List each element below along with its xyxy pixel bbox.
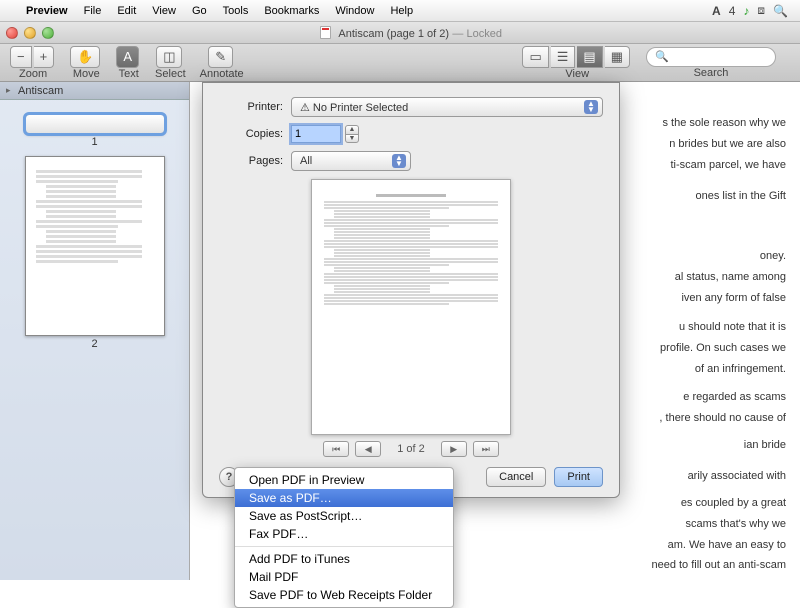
window-menu[interactable]: Window: [327, 5, 382, 17]
bluetooth-icon[interactable]: ⧈: [757, 3, 765, 18]
search-icon: 🔍: [655, 50, 669, 63]
help-menu[interactable]: Help: [382, 5, 421, 17]
page-thumbnail-1[interactable]: [25, 114, 165, 134]
pages-select[interactable]: All ▲▼: [291, 151, 411, 171]
cancel-button[interactable]: Cancel: [486, 467, 546, 487]
select-arrows-icon: ▲▼: [584, 100, 598, 114]
minus-icon: −: [17, 49, 25, 64]
hand-icon: ✋: [77, 49, 93, 65]
view-mode-4-button[interactable]: ▦: [605, 46, 630, 68]
toolbar-label: Move: [73, 68, 100, 80]
window-titlebar: Antiscam (page 1 of 2) — Locked: [0, 22, 800, 44]
adobe-status-icon[interactable]: A: [712, 4, 721, 18]
thumbnail-page-number: 1: [18, 136, 171, 148]
zoom-out-button[interactable]: −: [10, 46, 32, 68]
window-title: Antiscam (page 1 of 2) — Locked: [62, 26, 760, 40]
pencil-icon: ✎: [215, 49, 226, 65]
minimize-window-button[interactable]: [24, 27, 36, 39]
system-menubar: Preview File Edit View Go Tools Bookmark…: [0, 0, 800, 22]
plus-icon: +: [40, 49, 48, 64]
move-tool-button[interactable]: ✋: [70, 46, 100, 68]
print-button[interactable]: Print: [554, 467, 603, 487]
file-menu[interactable]: File: [76, 5, 110, 17]
text-tool-button[interactable]: A: [116, 46, 139, 68]
itunes-icon[interactable]: ♪: [743, 4, 749, 18]
spotlight-icon[interactable]: 🔍: [773, 4, 788, 18]
copies-stepper[interactable]: ▲▼: [345, 125, 359, 143]
thumbnail-sidebar: Antiscam 1: [0, 82, 190, 580]
pdf-dropdown-menu: Open PDF in Preview Save as PDF… Save as…: [234, 467, 454, 608]
menu-item-web-receipts[interactable]: Save PDF to Web Receipts Folder: [235, 586, 453, 604]
first-page-button[interactable]: ⏮: [323, 441, 349, 457]
app-menu[interactable]: Preview: [18, 5, 76, 17]
sidebar-header[interactable]: Antiscam: [0, 82, 189, 100]
print-preview-thumbnail: [311, 179, 511, 435]
select-arrows-icon: ▲▼: [392, 154, 406, 168]
annotate-button[interactable]: ✎: [208, 46, 233, 68]
menu-item-save-as-pdf[interactable]: Save as PDF…: [235, 489, 453, 507]
toolbar-label: Text: [119, 68, 139, 80]
copies-label: Copies:: [219, 128, 283, 140]
last-page-button[interactable]: ⏭: [473, 441, 499, 457]
select-tool-button[interactable]: ◫: [156, 46, 182, 68]
close-window-button[interactable]: [6, 27, 18, 39]
notification-badge[interactable]: 4: [729, 4, 736, 18]
menu-item-open-pdf[interactable]: Open PDF in Preview: [235, 471, 453, 489]
search-field[interactable]: 🔍: [646, 47, 776, 67]
menu-item-save-as-postscript[interactable]: Save as PostScript…: [235, 507, 453, 525]
menu-item-fax-pdf[interactable]: Fax PDF…: [235, 525, 453, 543]
view-mode-3-button[interactable]: ▤: [577, 46, 602, 68]
page-thumbnail-2[interactable]: [25, 156, 165, 336]
view-mode-1-button[interactable]: ▭: [522, 46, 548, 68]
bookmarks-menu[interactable]: Bookmarks: [256, 5, 327, 17]
view-menu[interactable]: View: [144, 5, 184, 17]
go-menu[interactable]: Go: [184, 5, 215, 17]
prev-page-button[interactable]: ◀: [355, 441, 381, 457]
window-toolbar: − + Zoom ✋ Move A Text ◫ Select ✎ Annota…: [0, 44, 800, 82]
toolbar-label: Zoom: [19, 68, 47, 80]
next-page-button[interactable]: ▶: [441, 441, 467, 457]
page-indicator: 1 of 2: [397, 443, 425, 455]
menu-item-add-to-itunes[interactable]: Add PDF to iTunes: [235, 550, 453, 568]
toolbar-label: View: [565, 68, 589, 80]
thumbnail-page-number: 2: [18, 338, 171, 350]
printer-select[interactable]: ⚠︎ No Printer Selected ▲▼: [291, 97, 603, 117]
print-dialog: Printer: ⚠︎ No Printer Selected ▲▼ Copie…: [202, 82, 620, 498]
view-mode-2-button[interactable]: ☰: [551, 46, 576, 68]
toolbar-label: Annotate: [200, 68, 244, 80]
pages-label: Pages:: [219, 155, 283, 167]
selection-icon: ◫: [163, 49, 175, 65]
toolbar-label: Select: [155, 68, 186, 80]
tools-menu[interactable]: Tools: [215, 5, 257, 17]
document-proxy-icon[interactable]: [320, 26, 331, 39]
menu-item-mail-pdf[interactable]: Mail PDF: [235, 568, 453, 586]
copies-input[interactable]: [291, 125, 341, 143]
edit-menu[interactable]: Edit: [109, 5, 144, 17]
text-cursor-icon: A: [123, 49, 132, 64]
zoom-window-button[interactable]: [42, 27, 54, 39]
printer-label: Printer:: [219, 101, 283, 113]
zoom-in-button[interactable]: +: [34, 46, 55, 68]
toolbar-label: Search: [694, 67, 729, 79]
